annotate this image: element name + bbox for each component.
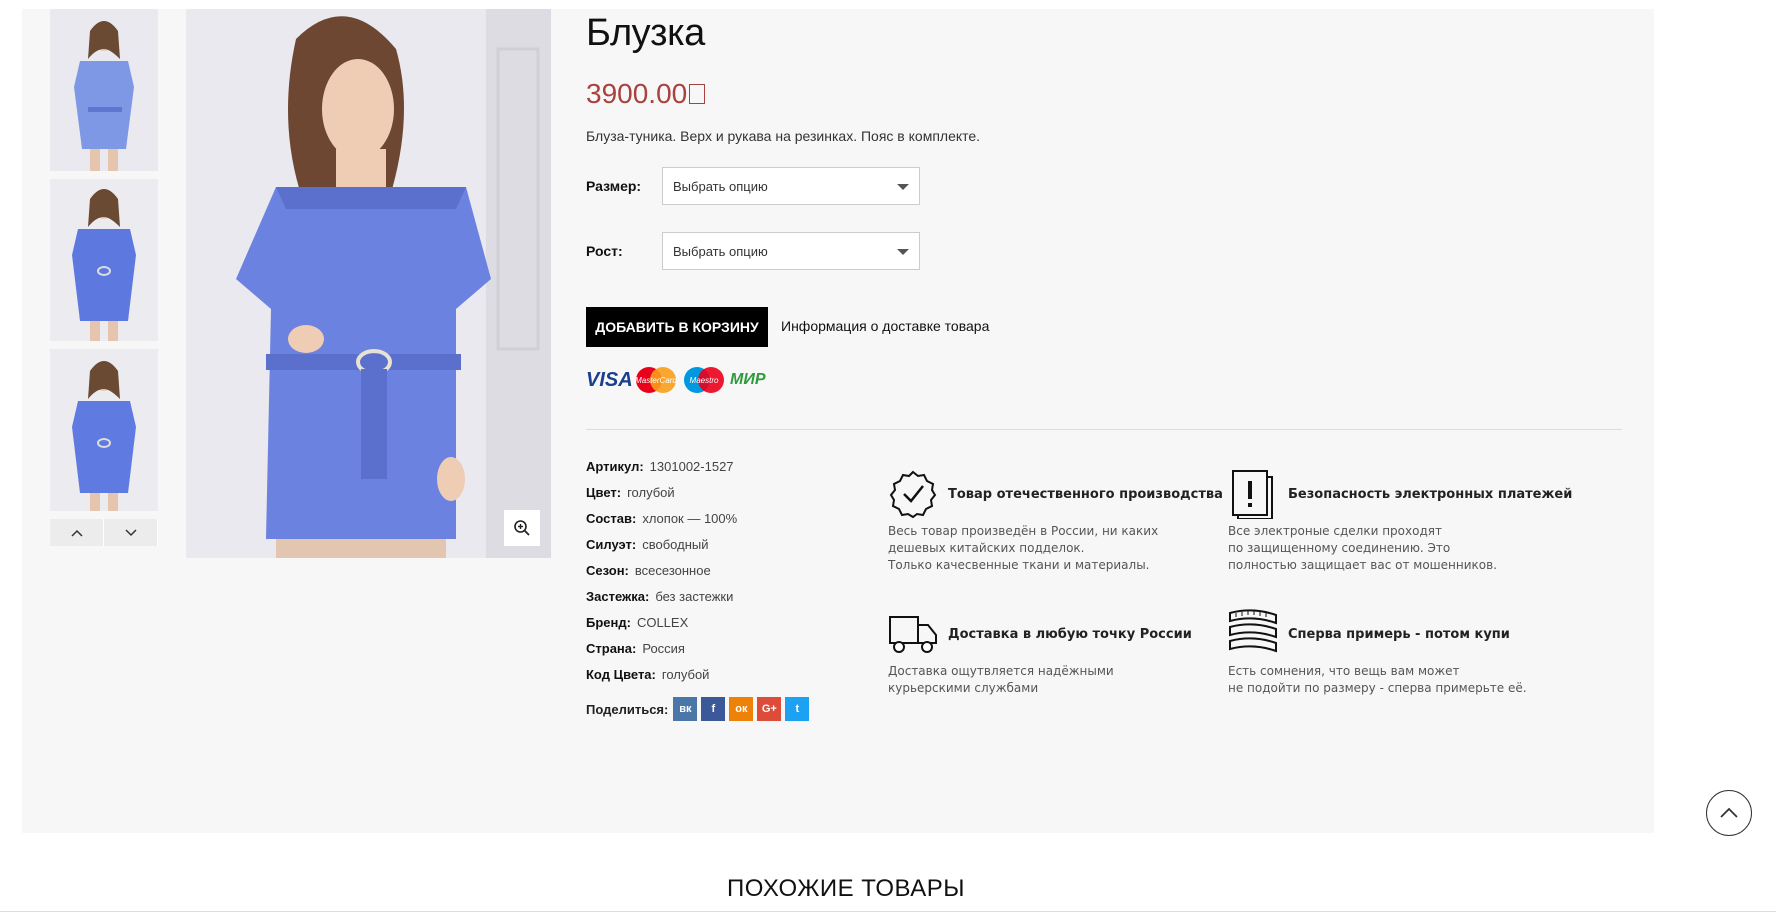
attribute-value: без застежки	[655, 589, 734, 604]
price-value: 3900.00	[586, 78, 688, 109]
feature-text: Доставка ощутвляется надёжными курьерски…	[888, 664, 1114, 695]
product-description: Блуза-туника. Верх и рукава на резинках.…	[586, 128, 981, 144]
share-bar: Поделиться: вк f ок G+ t	[586, 697, 813, 721]
twitter-share-button[interactable]: t	[785, 697, 810, 721]
height-select[interactable]: Выбрать опцию	[662, 232, 920, 270]
feature-text: Весь товар произведён в России, ни каких…	[888, 524, 1159, 572]
add-to-cart-button[interactable]: ДОБАВИТЬ В КОРЗИНУ	[586, 307, 768, 347]
main-product-image[interactable]	[186, 9, 551, 558]
feature-text: Все электроные сделки проходят по защище…	[1228, 524, 1498, 572]
facebook-share-button[interactable]: f	[701, 697, 726, 721]
height-select-value: Выбрать опцию	[673, 243, 768, 259]
maestro-text: Maestro	[690, 376, 719, 385]
size-label: Размер:	[586, 178, 642, 194]
attribute-row: Бренд: COLLEX	[586, 615, 737, 641]
chevron-up-icon	[70, 529, 83, 537]
attribute-row: Код Цвета: голубой	[586, 667, 737, 693]
attribute-row: Артикул: 1301002-1527	[586, 459, 737, 485]
feature-title: Сперва примерь - потом купи	[1288, 627, 1510, 642]
attribute-value: COLLEX	[636, 615, 689, 630]
odnoklassniki-share-button[interactable]: ок	[729, 697, 754, 721]
height-label: Рост:	[586, 243, 623, 259]
mir-logo: МИР	[730, 371, 766, 388]
thumbnail-2[interactable]	[50, 179, 158, 341]
attribute-key: Код Цвета:	[586, 667, 656, 682]
feature-title: Безопасность электронных платежей	[1288, 487, 1573, 502]
section-divider	[586, 429, 1622, 430]
mastercard-logo: MasterCard	[635, 367, 677, 393]
attribute-row: Состав: хлопок — 100%	[586, 511, 737, 537]
delivery-truck-icon	[889, 616, 937, 653]
maestro-logo: Maestro	[684, 367, 724, 393]
attribute-value: Россия	[642, 641, 685, 656]
attribute-key: Силуэт:	[586, 537, 637, 552]
attribute-value: всесезонное	[634, 563, 711, 578]
scroll-to-top-button[interactable]	[1706, 790, 1752, 836]
attribute-value: хлопок — 100%	[642, 511, 738, 526]
caret-down-icon	[897, 184, 909, 190]
visa-logo: VISA	[586, 368, 633, 391]
checkmark-badge-icon	[889, 470, 937, 519]
currency-icon	[689, 84, 706, 104]
attribute-key: Бренд:	[586, 615, 631, 630]
zoom-button[interactable]	[504, 510, 540, 546]
feature-text: Есть сомнения, что вещь вам может не под…	[1228, 664, 1527, 695]
attribute-key: Страна:	[586, 641, 637, 656]
thumbnail-1[interactable]	[50, 9, 158, 171]
product-price: 3900.00	[586, 78, 706, 110]
thumbnail-gallery	[50, 9, 158, 546]
attribute-value: свободный	[642, 537, 709, 552]
feature-title: Доставка в любую точку России	[948, 627, 1192, 642]
size-select-value: Выбрать опцию	[673, 178, 768, 194]
exclamation-document-icon	[1232, 470, 1273, 519]
attribute-row: Страна: Россия	[586, 641, 737, 667]
attribute-key: Состав:	[586, 511, 637, 526]
product-title: Блузка	[586, 12, 705, 54]
attribute-key: Цвет:	[586, 485, 622, 500]
bottom-divider	[0, 911, 1776, 912]
thumbnail-next-button[interactable]	[104, 519, 158, 546]
attribute-value: голубой	[661, 667, 710, 682]
measuring-tape-icon	[1229, 609, 1277, 653]
feature-title: Товар отечественного производства	[948, 487, 1223, 502]
attribute-row: Застежка: без застежки	[586, 589, 737, 615]
delivery-info-link[interactable]: Информация о доставке товара	[781, 318, 989, 334]
attribute-key: Застежка:	[586, 589, 650, 604]
size-select[interactable]: Выбрать опцию	[662, 167, 920, 205]
caret-down-icon	[897, 249, 909, 255]
vk-share-button[interactable]: вк	[673, 697, 698, 721]
attribute-key: Артикул:	[586, 459, 644, 474]
attribute-key: Сезон:	[586, 563, 629, 578]
product-attributes: Артикул: 1301002-1527 Цвет: голубой Состав…	[586, 459, 737, 693]
google-plus-share-button[interactable]: G+	[757, 697, 782, 721]
attribute-row: Цвет: голубой	[586, 485, 737, 511]
attribute-value: 1301002-1527	[649, 459, 734, 474]
similar-products-heading: ПОХОЖИЕ ТОВАРЫ	[727, 875, 965, 902]
attribute-row: Силуэт: свободный	[586, 537, 737, 563]
payment-methods: VISA MasterCard Maestro МИР	[586, 366, 766, 394]
attribute-value: голубой	[627, 485, 675, 500]
thumbnail-nav	[50, 519, 158, 546]
chevron-down-icon	[124, 528, 137, 536]
zoom-in-icon	[514, 520, 530, 536]
chevron-up-icon	[1720, 807, 1738, 818]
attribute-row: Сезон: всесезонное	[586, 563, 737, 589]
mastercard-text: MasterCard	[635, 376, 677, 385]
thumbnail-prev-button[interactable]	[50, 519, 104, 546]
share-label: Поделиться:	[586, 701, 669, 717]
thumbnail-3[interactable]	[50, 349, 158, 511]
